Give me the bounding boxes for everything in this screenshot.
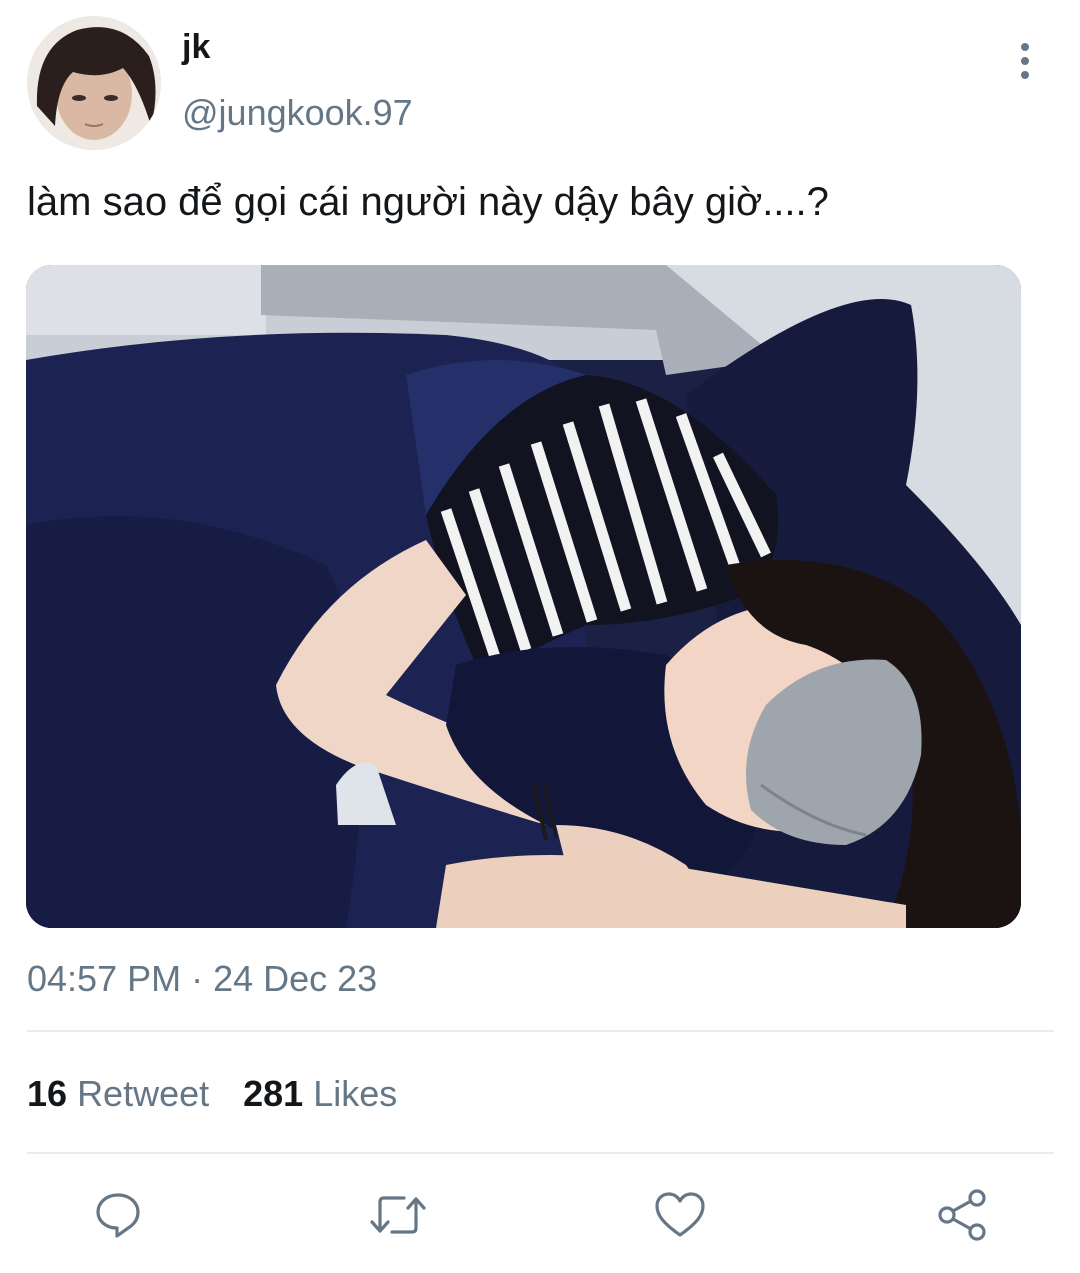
tweet-actions <box>0 1180 1080 1250</box>
more-vertical-icon <box>1021 43 1029 51</box>
likes-count: 281 <box>243 1073 304 1114</box>
avatar-image <box>27 16 161 150</box>
tweet-text: làm sao để gọi cái người này dậy bây giờ… <box>27 180 829 224</box>
retweet-button[interactable] <box>368 1180 428 1250</box>
like-button[interactable] <box>650 1180 710 1250</box>
divider <box>27 1030 1054 1032</box>
retweet-stat[interactable]: 16 Retweet <box>27 1073 209 1115</box>
divider <box>27 1152 1054 1154</box>
more-options-button[interactable] <box>1008 40 1042 82</box>
likes-label: Likes <box>313 1073 398 1114</box>
tweet-photo[interactable] <box>26 265 1021 928</box>
avatar[interactable] <box>27 16 161 150</box>
reply-icon <box>96 1193 140 1238</box>
share-icon <box>938 1189 986 1241</box>
tweet-stats: 16 Retweet 281 Likes <box>27 1073 397 1115</box>
heart-icon <box>655 1192 705 1237</box>
sleeping-person-image <box>26 265 1021 928</box>
retweet-count: 16 <box>27 1073 68 1114</box>
reply-button[interactable] <box>88 1180 148 1250</box>
share-button[interactable] <box>932 1180 992 1250</box>
retweet-label: Retweet <box>77 1073 210 1114</box>
likes-stat[interactable]: 281 Likes <box>243 1073 397 1115</box>
retweet-icon <box>370 1196 426 1234</box>
tweet-timestamp[interactable]: 04:57 PM · 24 Dec 23 <box>27 958 377 1000</box>
user-handle[interactable]: @jungkook.97 <box>182 92 413 134</box>
display-name[interactable]: jk <box>182 28 210 67</box>
